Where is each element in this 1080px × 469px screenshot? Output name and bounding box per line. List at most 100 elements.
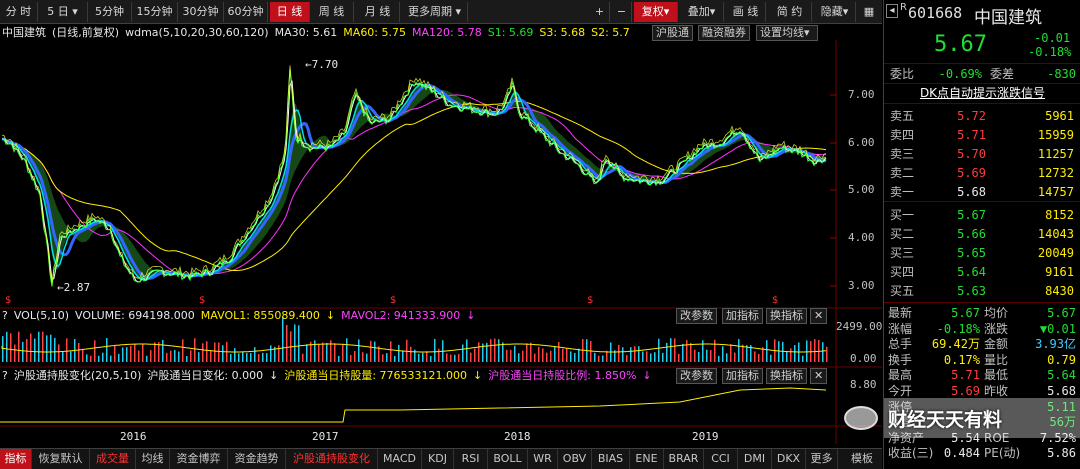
hgt-add-indicator-button[interactable]: 加指标 [722, 368, 763, 384]
tab-template[interactable]: 模板 [844, 449, 880, 469]
vol-settings-icon[interactable]: ? [2, 309, 8, 322]
stat-label: 涨幅 [888, 321, 913, 336]
volume-bar [354, 350, 356, 362]
tab-dkx[interactable]: DKX [772, 449, 806, 469]
volume-bar [698, 351, 700, 362]
tab-dmi[interactable]: DMI [738, 449, 772, 469]
hgt-change-param-button[interactable]: 改参数 [676, 368, 717, 384]
period-5min[interactable]: 5分钟 [88, 2, 132, 22]
volume-bar [638, 346, 640, 362]
simple-mode-button[interactable]: 简 约 [768, 2, 812, 22]
ma120-value: MA120: 5.78 [412, 26, 482, 39]
period-60min[interactable]: 60分钟 [224, 2, 268, 22]
low-value: 2.87 [63, 281, 91, 294]
draw-line-button[interactable]: 画 线 [726, 2, 766, 22]
tab-wr[interactable]: WR [528, 449, 558, 469]
volume-bar [46, 335, 48, 362]
margin-button[interactable]: 融资融券 [698, 25, 750, 41]
volume-bar [206, 341, 208, 362]
volume-bar [306, 344, 308, 362]
tab-restore-default[interactable]: 恢复默认 [32, 449, 90, 469]
period-15min[interactable]: 15分钟 [132, 2, 178, 22]
volume-bar [94, 340, 96, 362]
kline-chart[interactable]: $ $ $ $ $ 中国建筑 (日线,前复权) wdma(5,10,20,30,60,120… [0, 24, 882, 444]
zoom-out-button[interactable]: − [612, 2, 632, 22]
setup-ma-button[interactable]: 设置均线▾ [756, 25, 818, 41]
volume-bar [6, 331, 8, 362]
volume-bar [826, 346, 828, 362]
vol-change-param-button[interactable]: 改参数 [676, 308, 717, 324]
volume-bar [546, 352, 548, 362]
volume-bar [814, 339, 816, 362]
tab-boll[interactable]: BOLL [488, 449, 528, 469]
period-5day[interactable]: 5 日 ▾ [38, 2, 88, 22]
period-daily[interactable]: 日 线 [270, 2, 310, 22]
wechat-icon [844, 406, 878, 430]
tab-macd[interactable]: MACD [378, 449, 422, 469]
hgt-button[interactable]: 沪股通 [652, 25, 693, 41]
volume-bar [706, 349, 708, 362]
volume-bar [578, 348, 580, 362]
stat-row: 收益(三) 0.484 PE(动) 5.86 [884, 445, 1080, 461]
volume-bar [70, 351, 72, 362]
collapse-panel-icon[interactable]: ◂ [886, 4, 898, 18]
overlay-dropdown[interactable]: 叠加▾ [680, 2, 724, 22]
hgt-daily-change: 沪股通当日变化: 0.000 [147, 369, 264, 382]
vol-close-icon[interactable]: ✕ [810, 308, 828, 324]
dk-signal-link[interactable]: DK点自动提示涨跌信号 [884, 84, 1080, 102]
dividend-marker: $ [5, 295, 11, 306]
adjust-dropdown[interactable]: 复权▾ [634, 2, 678, 22]
hgt-close-icon[interactable]: ✕ [810, 368, 828, 384]
hgt-holdings-line [0, 387, 827, 423]
volume-bar [694, 349, 696, 362]
mavol2-value: MAVOL2: 941333.900 [341, 309, 461, 322]
tab-rsi[interactable]: RSI [454, 449, 488, 469]
hgt-switch-indicator-button[interactable]: 换指标 [766, 368, 807, 384]
volume-bar [806, 340, 808, 362]
adjust-mode-label: (日线,前复权) [52, 26, 120, 39]
tab-more[interactable]: 更多 [806, 449, 838, 469]
volume-bar [662, 352, 664, 362]
r-badge: R [900, 2, 907, 13]
period-intraday[interactable]: 分 时 [0, 2, 38, 22]
vol-add-indicator-button[interactable]: 加指标 [722, 308, 763, 324]
hgt-settings-icon[interactable]: ? [2, 369, 8, 382]
volume-bar [710, 350, 712, 362]
zoom-in-button[interactable]: + [590, 2, 610, 22]
tab-brar[interactable]: BRAR [664, 449, 704, 469]
bid-label: 买一 [890, 208, 915, 222]
volume-bar [66, 338, 68, 362]
hide-dropdown[interactable]: 隐藏▾ [814, 2, 856, 22]
volume-bar [622, 347, 624, 362]
period-30min[interactable]: 30分钟 [178, 2, 224, 22]
settings-icon[interactable]: ▦ [858, 2, 880, 22]
x-tick-2016: 2016 [120, 430, 147, 443]
low-annotation: ←2.87 [57, 281, 91, 294]
period-monthly[interactable]: 月 线 [356, 2, 400, 22]
bid-volume: 8430 [1045, 284, 1074, 298]
volume-bar [418, 353, 420, 362]
tab-ene[interactable]: ENE [630, 449, 664, 469]
vol-switch-indicator-button[interactable]: 换指标 [766, 308, 807, 324]
bid-price: 5.63 [957, 284, 986, 298]
tab-fund-game[interactable]: 资金博弈 [170, 449, 228, 469]
tab-volume[interactable]: 成交量 [90, 449, 136, 469]
ask-price: 5.72 [957, 109, 986, 123]
volume-bar [170, 350, 172, 362]
tab-bias[interactable]: BIAS [592, 449, 630, 469]
tab-hgt-holdings[interactable]: 沪股通持股变化 [286, 449, 378, 469]
tab-ma[interactable]: 均线 [136, 449, 170, 469]
tab-kdj[interactable]: KDJ [422, 449, 454, 469]
stat-row: 涨幅 -0.18% 涨跌 ▼0.01 [884, 321, 1080, 337]
tab-cci[interactable]: CCI [704, 449, 738, 469]
more-periods-dropdown[interactable]: 更多周期 ▾ [402, 2, 468, 22]
tab-fund-trend[interactable]: 资金趋势 [228, 449, 286, 469]
stat-value: ▼0.01 [1039, 321, 1076, 336]
period-weekly[interactable]: 周 线 [310, 2, 354, 22]
volume-bar [770, 354, 772, 362]
tab-obv[interactable]: OBV [558, 449, 592, 469]
bid-label: 买二 [890, 227, 915, 241]
tab-indicator[interactable]: 指标 [0, 449, 32, 469]
volume-bar [690, 342, 692, 362]
bid-volume: 8152 [1045, 208, 1074, 222]
